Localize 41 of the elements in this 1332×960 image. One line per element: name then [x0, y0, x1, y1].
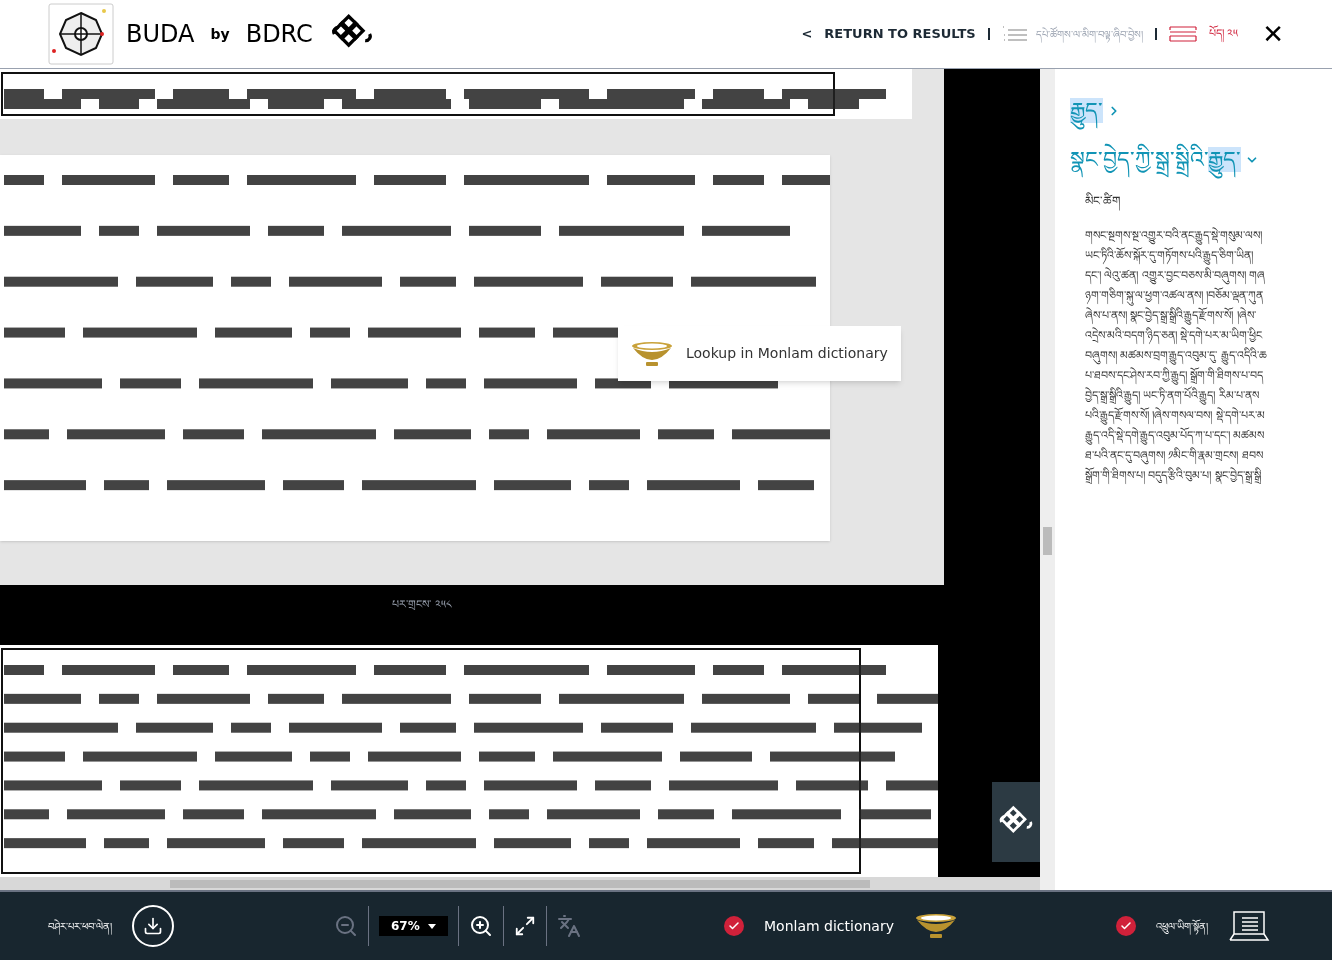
bowl-icon	[630, 339, 674, 368]
check-toggle[interactable]	[724, 916, 744, 936]
definition-line: ཐ་པའི་ནང་དུ་བཞུགས། ༡མིང་གི་རྣམ་གྲངས། ཐབས	[1085, 446, 1332, 466]
download-icon	[143, 916, 163, 936]
brand-name: BUDA	[126, 19, 195, 50]
definition-line: ཡང་ཏིའི་ཆོས་སྐོར་དུ་གཏོགས་པའི་རྒྱུད་ཅིག་ཡིན།	[1085, 246, 1332, 266]
definition-line: པའི་རྒྱུད་རྫོགས་སོ། །ཞེས་གསལ་བས། སྡེ་དགེ་པར་མ	[1085, 406, 1332, 426]
return-link[interactable]: < RETURN TO RESULTS	[801, 24, 976, 44]
dictionary-lookup-popup[interactable]: Lookup in Monlam dictionary	[618, 326, 901, 381]
bowl-icon	[914, 912, 958, 940]
download-label: བཤེར་པར་ཕབ་ལེན།	[48, 918, 112, 934]
download-button[interactable]	[132, 905, 174, 947]
definition-line: དང་། ལེའུ་ཚན། འགྱུར་བྱང་བཅས་མི་བཞུགས། གཞ	[1085, 266, 1332, 286]
definition-line: གསང་སྔགས་སྔ་འགྱུར་བའི་ནང་རྒྱུད་སྡེ་གསུམ་ལས།	[1085, 226, 1332, 246]
logo-button[interactable]	[992, 782, 1040, 862]
check-icon	[1120, 920, 1132, 932]
definition-line: རྒྱུད་འདི་སྡེ་དགེ་རྒྱུད་འབུམ་པོད་ཀ་པ་དང་། མཚམས	[1085, 426, 1332, 446]
fullscreen-icon[interactable]	[513, 915, 536, 937]
definition-line: འདྲེས་མའི་བདག་ཉིད་ཅན། སྡེ་དགེ་པར་མ་ཡིག་ཕྱིང	[1085, 326, 1264, 346]
org-name: BDRC	[245, 19, 313, 50]
toggle-label: འཕྲུལ་ཡིག་སྟོན།	[1156, 918, 1208, 934]
check-toggle[interactable]	[1116, 916, 1136, 936]
logo-icon	[48, 3, 114, 65]
pages-icon	[1168, 26, 1197, 42]
check-icon	[728, 920, 740, 932]
laptop-icon	[1228, 910, 1270, 942]
definition-line: པ་ཐབས་དང་ཤེས་རབ་ཀྱི་རྒྱུད། སྒྲོག་གི་ཐིགས་པ་བད	[1085, 366, 1332, 386]
definition-line: སྒྲོག་གི་ཐིགས་པ། བདུད་རྩིའི་བུམ་པ། སྣང་བྱེད་སྒྲ་སྒྲི	[1085, 466, 1262, 486]
scrollbar-thumb[interactable]	[170, 879, 870, 888]
list-icon	[1001, 26, 1028, 42]
page-caption: པར་གྲངས་ ༢༥༨	[392, 597, 452, 613]
zoom-in-icon[interactable]	[468, 914, 493, 938]
toggle-label: Monlam dictionary	[764, 916, 894, 936]
close-button[interactable]: ✕	[1262, 21, 1284, 47]
definition-line: ཞེས་པ་ནས། སྣང་བྱེད་སྒྲ་སྒྲིའི་རྒྱུད་རྫོགས་སོ། །ཞེས་	[1085, 306, 1332, 326]
zoom-select[interactable]: 67%	[379, 916, 448, 936]
brand-by: by	[210, 24, 230, 44]
scrollbar[interactable]	[1040, 69, 1055, 890]
definition-line: བཞུགས། མཚམས་བྲག་རྒྱུད་འབུམ་དུ་ རྒྱུད་འདིའི་ཆ	[1085, 346, 1332, 366]
entry-subheading: མིང་ཚིག	[1070, 192, 1332, 210]
volume-button[interactable]: པོད། ༢༥	[1168, 25, 1239, 43]
